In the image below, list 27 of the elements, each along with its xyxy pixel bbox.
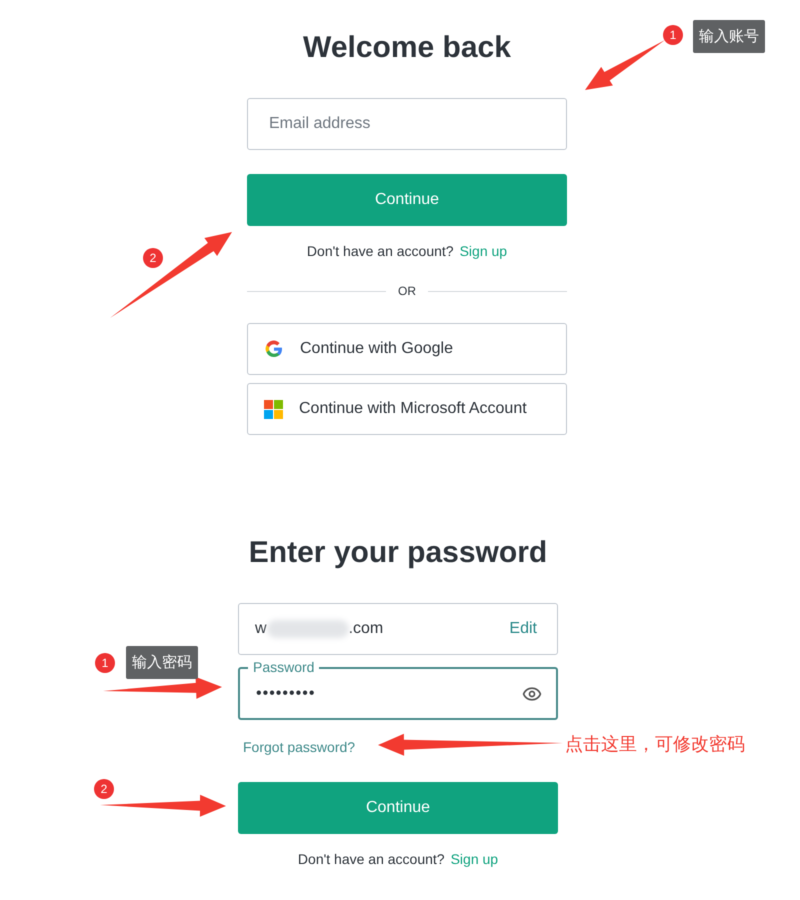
signup-prompt: Don't have an account? xyxy=(298,850,445,868)
annotation-callout: 输入账号 xyxy=(693,20,765,53)
social-login-button[interactable]: Continue with Google xyxy=(247,323,567,375)
continue-button[interactable]: Continue xyxy=(238,782,558,834)
signup-link[interactable]: Sign up xyxy=(450,848,498,870)
step-number-badge: 1 xyxy=(95,653,115,673)
step-number-badge: 2 xyxy=(143,248,163,268)
step-number-badge: 2 xyxy=(94,779,114,799)
email-field[interactable]: Email address xyxy=(247,98,567,150)
google-icon xyxy=(264,339,284,359)
signup-prompt: Don't have an account? xyxy=(306,242,454,260)
continue-button[interactable]: Continue xyxy=(247,174,567,226)
social-login-button[interactable]: Continue with Microsoft Account xyxy=(247,383,567,435)
page-title: Welcome back xyxy=(302,30,512,66)
windows-logo-icon xyxy=(264,400,283,418)
annotation-note: 点击这里，可修改密码 xyxy=(565,733,745,757)
step-number-badge: 1 xyxy=(663,25,683,45)
signup-link[interactable]: Sign up xyxy=(460,240,508,262)
edit-link[interactable]: Edit xyxy=(509,617,537,641)
password-value: ••••••••• xyxy=(256,684,316,704)
email-value-end: .com xyxy=(348,619,384,639)
forgot-password-link[interactable]: Forgot password? xyxy=(243,737,356,755)
password-label: Password xyxy=(248,659,320,675)
page-title: Enter your password xyxy=(248,535,548,571)
or-divider-label: OR xyxy=(398,283,416,300)
annotation-callout: 输入密码 xyxy=(126,646,198,679)
email-value-start: w xyxy=(255,619,267,639)
